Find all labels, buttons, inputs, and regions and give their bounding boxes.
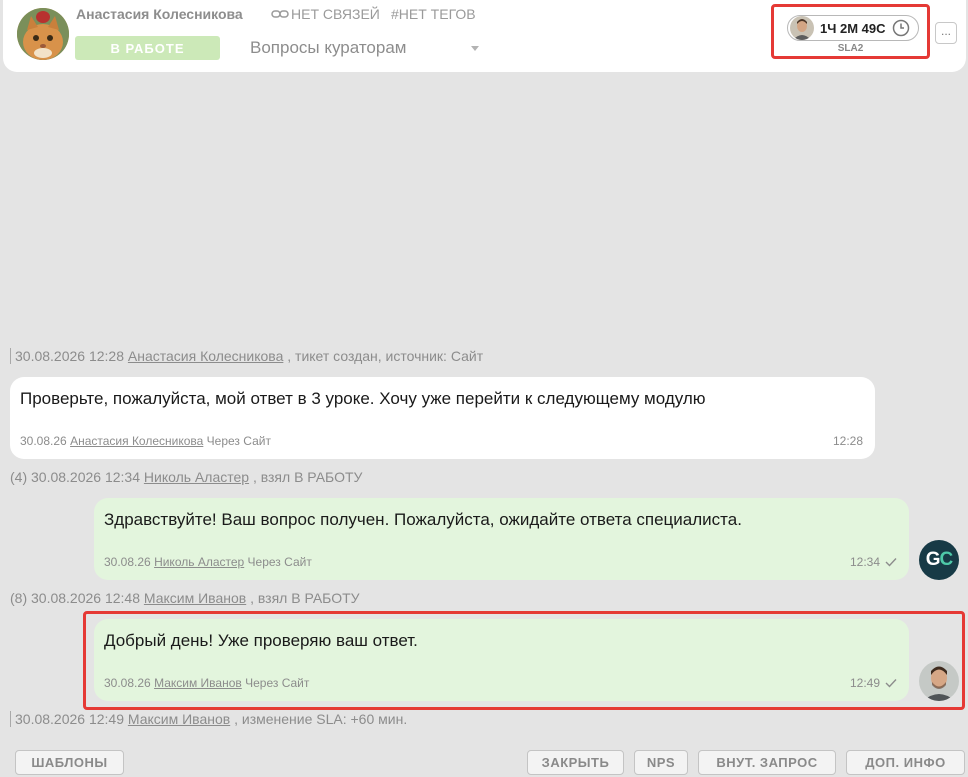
sla-label: SLA2: [837, 43, 864, 54]
event-datetime: (8) 30.08.2026 12:48: [10, 590, 140, 606]
message-meta: 30.08.26 Николь Аластер Через Сайт: [104, 555, 312, 569]
agent-avatar: [919, 661, 959, 701]
message-time-value: 12:34: [849, 555, 880, 569]
event-author-link[interactable]: Максим Иванов: [128, 711, 230, 727]
message-channel: Через Сайт: [245, 676, 310, 690]
bot-avatar-letter-g: G: [925, 549, 941, 570]
person-photo-icon: [790, 16, 814, 40]
event-datetime: 30.08.2026 12:28: [15, 348, 124, 364]
client-avatar[interactable]: [17, 8, 69, 60]
message-bubble-client: Проверьте, пожалуйста, мой ответ в 3 уро…: [10, 377, 875, 459]
event-datetime: (4) 30.08.2026 12:34: [10, 469, 140, 485]
check-icon: [885, 558, 897, 567]
bot-avatar-letter-c: C: [939, 549, 954, 570]
event-action: , взял В РАБОТУ: [252, 469, 363, 485]
event-action: , изменение SLA: +60 мин.: [234, 711, 408, 727]
sla-timer-highlight: 1Ч 2М 49С SLA2: [771, 4, 930, 59]
cat-avatar-icon: [17, 8, 69, 60]
check-icon: [885, 679, 897, 688]
message-date: 30.08.26: [104, 676, 151, 690]
message-date: 30.08.26: [104, 555, 151, 569]
sla-time: 1Ч 2М 49С: [820, 20, 886, 36]
message-channel: Через Сайт: [206, 434, 271, 448]
message-time: 12:49: [850, 676, 897, 690]
message-time-value: 12:28: [832, 434, 863, 448]
queue-dropdown[interactable]: Вопросы кураторам: [250, 36, 482, 60]
message-author-link[interactable]: Анастасия Колесникова: [70, 434, 203, 448]
close-button[interactable]: ЗАКРЫТЬ: [527, 750, 624, 775]
message-time: 12:28: [833, 434, 863, 448]
event-author-link[interactable]: Максим Иванов: [144, 590, 246, 606]
message-date: 30.08.26: [20, 434, 67, 448]
assignee-avatar: [790, 16, 814, 40]
sla-timer[interactable]: 1Ч 2М 49С: [787, 15, 919, 41]
message-text: Здравствуйте! Ваш вопрос получен. Пожалу…: [104, 510, 742, 529]
links-tag[interactable]: НЕТ СВЯЗЕЙ: [271, 6, 380, 22]
message-bubble-agent: Здравствуйте! Ваш вопрос получен. Пожалу…: [94, 498, 909, 580]
link-icon: [271, 10, 289, 18]
message-channel: Через Сайт: [247, 555, 312, 569]
message-author-link[interactable]: Максим Иванов: [154, 676, 242, 690]
event-sla-change: 30.08.2026 12:49 Максим Иванов , изменен…: [10, 711, 407, 727]
bot-avatar: GC: [919, 540, 959, 580]
message-author-link[interactable]: Николь Аластер: [154, 555, 244, 569]
event-ticket-created: 30.08.2026 12:28 Анастасия Колесникова ,…: [10, 348, 483, 364]
message-bubble-agent: Добрый день! Уже проверяю ваш ответ. 30.…: [94, 619, 909, 701]
message-time-value: 12:49: [849, 676, 880, 690]
client-name[interactable]: Анастасия Колесникова: [76, 6, 243, 22]
event-author-link[interactable]: Николь Аластер: [144, 469, 249, 485]
event-assigned-nikol: (4) 30.08.2026 12:34 Николь Аластер , вз…: [10, 469, 362, 485]
internal-request-button[interactable]: ВНУТ. ЗАПРОС: [698, 750, 836, 775]
event-author-link[interactable]: Анастасия Колесникова: [128, 348, 283, 364]
message-text: Добрый день! Уже проверяю ваш ответ.: [104, 631, 418, 650]
event-datetime: 30.08.2026 12:49: [15, 711, 124, 727]
chevron-down-icon: [471, 45, 479, 51]
status-button[interactable]: В РАБОТЕ: [75, 36, 220, 60]
message-meta: 30.08.26 Анастасия Колесникова Через Сай…: [20, 434, 271, 448]
links-label: НЕТ СВЯЗЕЙ: [291, 6, 380, 22]
queue-label: Вопросы кураторам: [250, 38, 407, 57]
more-options-button[interactable]: ...: [935, 22, 957, 44]
message-meta: 30.08.26 Максим Иванов Через Сайт: [104, 676, 309, 690]
extra-info-button[interactable]: ДОП. ИНФО: [846, 750, 965, 775]
templates-button[interactable]: ШАБЛОНЫ: [15, 750, 124, 775]
tags-label[interactable]: #НЕТ ТЕГОВ: [391, 6, 476, 22]
event-action: , взял В РАБОТУ: [250, 590, 360, 606]
message-time: 12:34: [850, 555, 897, 569]
ticket-chat-view: Анастасия Колесникова НЕТ СВЯЗЕЙ #НЕТ ТЕ…: [0, 0, 968, 777]
event-assigned-maksim: (8) 30.08.2026 12:48 Максим Иванов , взя…: [10, 590, 360, 606]
nps-button[interactable]: NPS: [634, 750, 688, 775]
event-action: , тикет создан, источник: Сайт: [287, 348, 484, 364]
person-photo-icon: [919, 661, 959, 701]
message-text: Проверьте, пожалуйста, мой ответ в 3 уро…: [20, 389, 706, 408]
clock-icon: [892, 19, 909, 37]
